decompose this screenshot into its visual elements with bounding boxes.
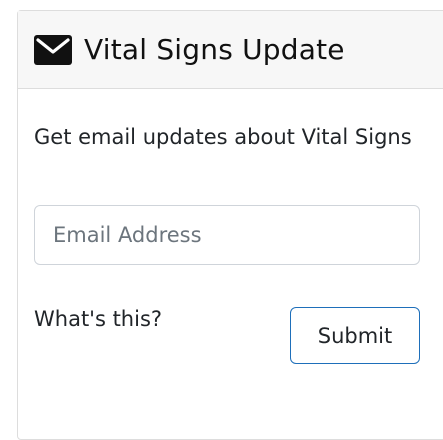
email-input[interactable] (34, 205, 420, 265)
form-actions: What's this? Submit (34, 301, 440, 371)
card-header: Vital Signs Update (18, 11, 443, 89)
email-signup-card: Vital Signs Update Get email updates abo… (17, 10, 443, 440)
envelope-icon (34, 34, 72, 65)
card-title: Vital Signs Update (84, 33, 345, 66)
submit-button[interactable]: Submit (290, 307, 420, 364)
whats-this-link[interactable]: What's this? (34, 307, 162, 331)
intro-text: Get email updates about Vital Signs (34, 125, 412, 149)
card-body: Get email updates about Vital Signs What… (18, 89, 443, 371)
